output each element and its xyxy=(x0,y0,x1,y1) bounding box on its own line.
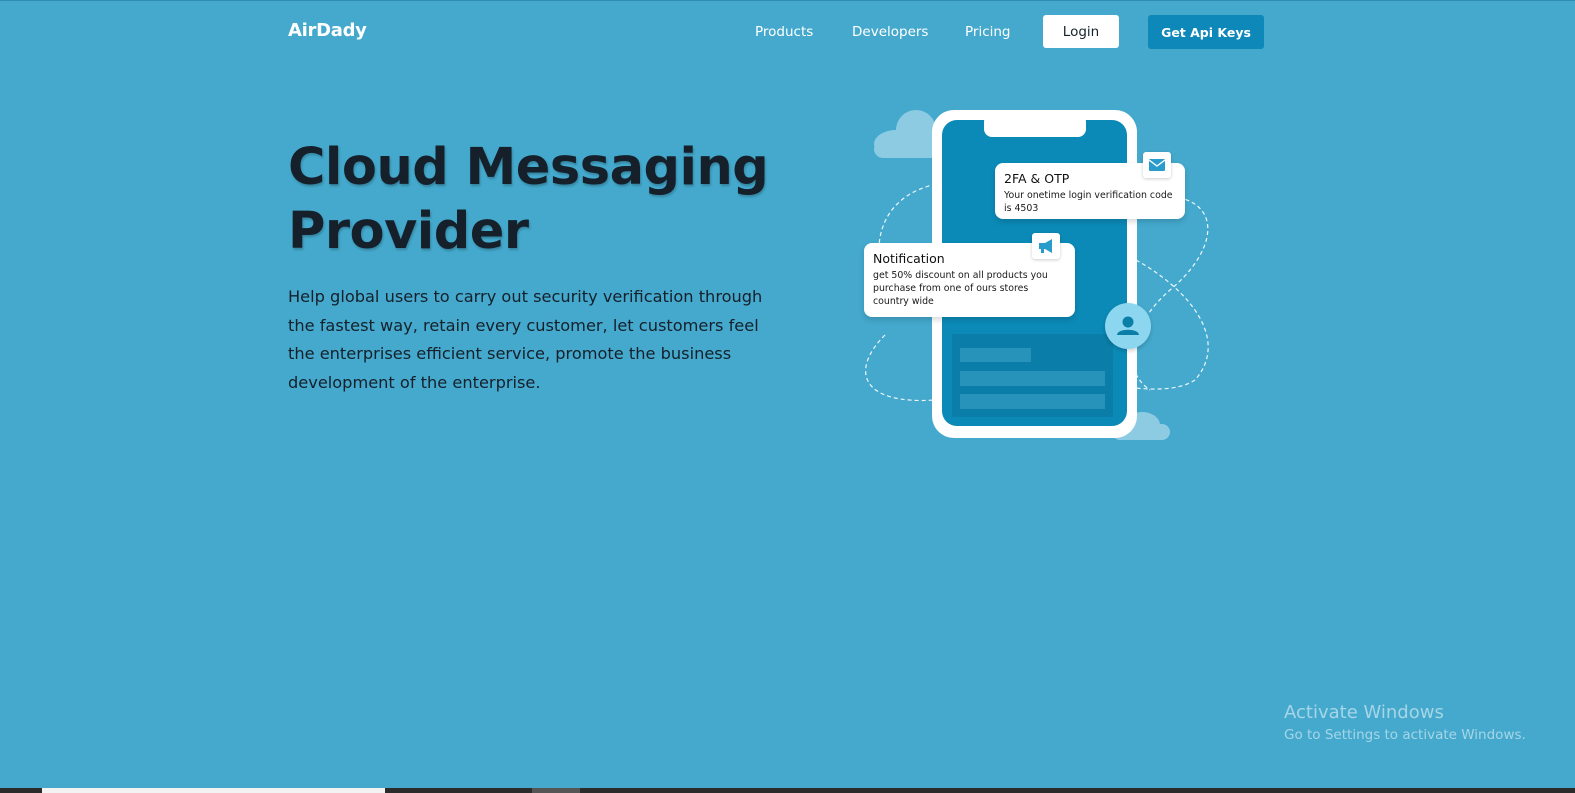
megaphone-icon xyxy=(1032,233,1060,259)
taskbar-item[interactable] xyxy=(532,788,580,793)
notification-card-body: get 50% discount on all products you pur… xyxy=(873,270,1048,307)
user-icon xyxy=(1105,303,1151,349)
hero-description: Help global users to carry out security … xyxy=(288,287,763,392)
taskbar-active-window[interactable] xyxy=(42,788,385,793)
brand-logo[interactable]: AirDady xyxy=(288,20,367,41)
nav-link-developers[interactable]: Developers xyxy=(852,24,928,40)
get-api-keys-button[interactable]: Get Api Keys xyxy=(1148,15,1264,49)
taskbar-strip xyxy=(0,788,1575,793)
nav-link-pricing[interactable]: Pricing xyxy=(965,24,1011,40)
hero-title: Cloud Messaging Provider xyxy=(288,138,769,261)
top-border xyxy=(0,0,1575,1)
nav-link-products[interactable]: Products xyxy=(755,24,813,40)
otp-card-body: Your onetime login verification code is … xyxy=(1004,190,1173,214)
login-button[interactable]: Login xyxy=(1043,15,1119,48)
phone-illustration: 2FA & OTP Your onetime login verificatio… xyxy=(850,100,1220,450)
activate-windows-subtitle: Go to Settings to activate Windows. xyxy=(1284,727,1526,743)
activate-windows-title: Activate Windows xyxy=(1284,702,1444,723)
envelope-icon xyxy=(1143,152,1171,178)
